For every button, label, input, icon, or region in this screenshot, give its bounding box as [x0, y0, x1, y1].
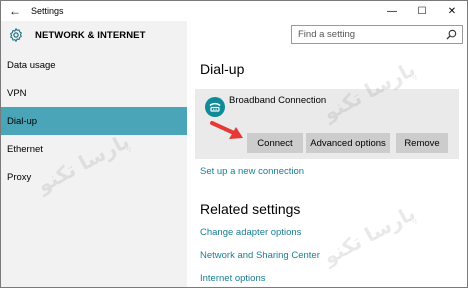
- sidebar-item-ethernet[interactable]: Ethernet: [1, 135, 187, 163]
- advanced-options-button[interactable]: Advanced options: [306, 133, 390, 153]
- related-settings-title: Related settings: [200, 201, 301, 217]
- page-title: NETWORK & INTERNET: [35, 29, 146, 41]
- main-content: Dial-up Broadband Connection Connect Adv…: [187, 49, 467, 287]
- title-bar: ← Settings — ☐ ✕: [1, 1, 467, 21]
- setup-connection-link[interactable]: Set up a new connection: [200, 166, 304, 177]
- sidebar-item-dial-up[interactable]: Dial-up: [1, 107, 187, 135]
- window-title: Settings: [31, 6, 64, 16]
- change-adapter-link[interactable]: Change adapter options: [200, 227, 301, 238]
- search-input[interactable]: Find a setting: [291, 25, 463, 44]
- sidebar-item-data-usage[interactable]: Data usage: [1, 51, 187, 79]
- gear-icon: [10, 28, 22, 42]
- section-title: Dial-up: [200, 61, 245, 77]
- network-sharing-link[interactable]: Network and Sharing Center: [200, 250, 320, 261]
- connection-name: Broadband Connection: [229, 95, 327, 106]
- red-arrow-icon: [210, 121, 243, 139]
- maximize-button[interactable]: ☐: [407, 1, 437, 21]
- sidebar-item-proxy[interactable]: Proxy: [1, 163, 187, 191]
- sidebar-nav: Data usage VPN Dial-up Ethernet Proxy: [1, 51, 187, 191]
- internet-options-link[interactable]: Internet options: [200, 273, 266, 284]
- sidebar: NETWORK & INTERNET Data usage VPN Dial-u…: [1, 21, 187, 287]
- close-button[interactable]: ✕: [437, 1, 467, 21]
- minimize-button[interactable]: —: [377, 1, 407, 21]
- search-icon[interactable]: [446, 29, 457, 40]
- dialup-modem-icon: [205, 97, 225, 117]
- section-header: NETWORK & INTERNET: [1, 21, 187, 49]
- connect-button[interactable]: Connect: [247, 133, 303, 153]
- remove-button[interactable]: Remove: [396, 133, 448, 153]
- search-placeholder: Find a setting: [298, 29, 356, 40]
- back-button[interactable]: ←: [1, 1, 29, 21]
- window-controls: — ☐ ✕: [377, 1, 467, 21]
- sidebar-item-vpn[interactable]: VPN: [1, 79, 187, 107]
